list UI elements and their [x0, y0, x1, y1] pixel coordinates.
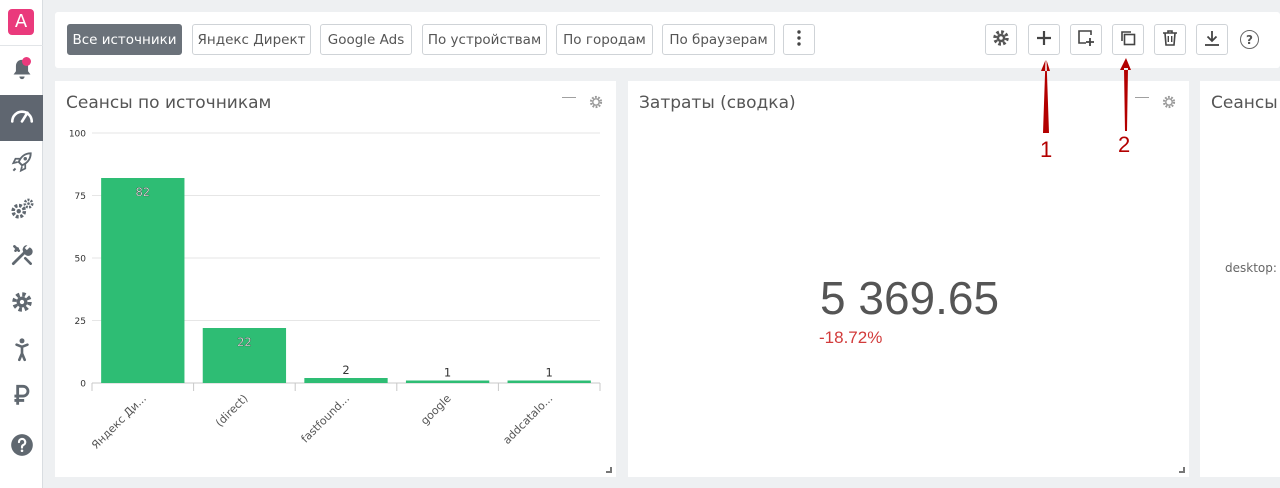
annotation-arrow-2: [1120, 58, 1131, 131]
annotation-label-2: 2: [1118, 132, 1131, 157]
annotation-arrows: [1041, 58, 1131, 133]
annotation-label-1: 1: [1040, 137, 1053, 162]
annotation-arrow-1: [1041, 60, 1050, 133]
